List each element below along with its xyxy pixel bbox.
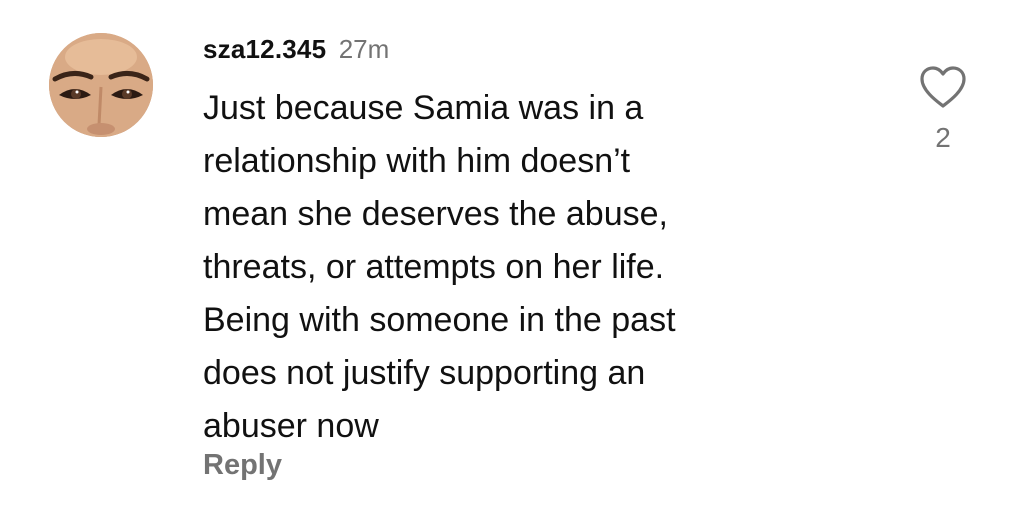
comment-item: sza12.345 27m Just because Samia was in … — [0, 0, 1024, 514]
comment-text-line: mean she deserves the abuse, — [203, 195, 668, 233]
avatar[interactable] — [49, 33, 153, 137]
like-count: 2 — [935, 122, 951, 153]
avatar-image — [49, 33, 153, 137]
comment-text-line: does not justify supporting an — [203, 354, 646, 392]
timestamp: 27m — [338, 34, 390, 64]
like-button[interactable] — [918, 65, 968, 109]
heart-outline-icon — [920, 66, 966, 108]
comment-text-line: threats, or attempts on her life. — [203, 248, 665, 286]
comment-text-line: abuser now — [203, 407, 379, 445]
comment-text: Just because Samia was in a relationship… — [203, 82, 843, 453]
comment-text-line: Being with someone in the past — [203, 301, 676, 339]
comment-text-line: Just because Samia was in a — [203, 89, 644, 127]
comment-header: sza12.345 27m — [203, 34, 389, 70]
reply-button[interactable]: Reply — [203, 449, 282, 482]
comment-text-line: relationship with him doesn’t — [203, 142, 631, 180]
username[interactable]: sza12.345 — [203, 34, 326, 64]
